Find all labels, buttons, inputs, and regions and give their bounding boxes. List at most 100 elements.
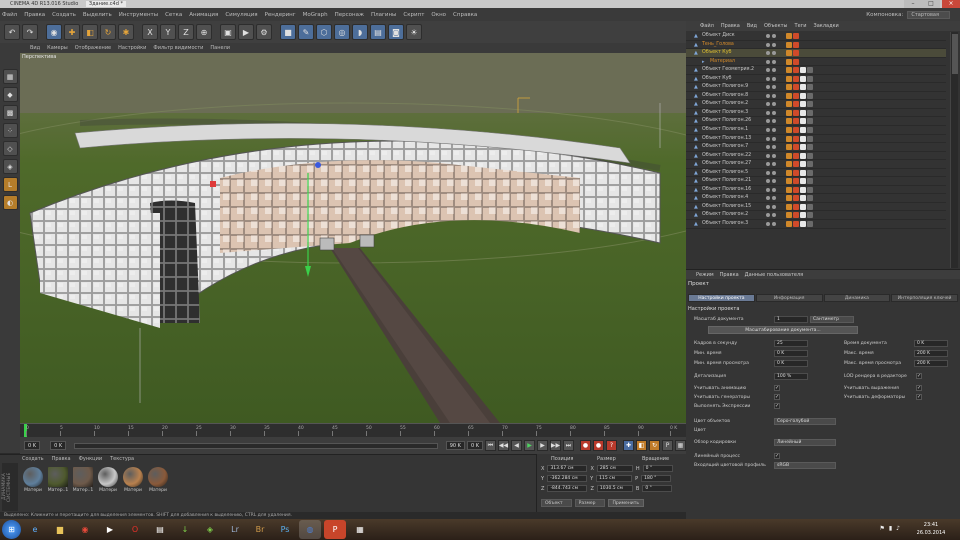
flag-icon[interactable]: ⚑ bbox=[879, 525, 884, 532]
visibility-flags[interactable] bbox=[766, 76, 776, 81]
texture-tag-icon[interactable] bbox=[786, 41, 792, 48]
subdivision-icon[interactable]: ⬡ bbox=[316, 24, 332, 40]
current-frame-field[interactable]: 0 K bbox=[50, 441, 67, 450]
texture-tag-icon[interactable] bbox=[800, 144, 806, 151]
texture-tag-icon[interactable] bbox=[793, 203, 799, 210]
attr-menu-item-1[interactable]: Правка bbox=[720, 272, 739, 278]
texture-tag-icon[interactable] bbox=[793, 212, 799, 219]
editor-visibility-dot[interactable] bbox=[766, 204, 770, 209]
option-checkbox[interactable]: ✓ bbox=[916, 394, 922, 400]
editor-visibility-dot[interactable] bbox=[766, 85, 770, 90]
make-editable-icon[interactable]: ▦ bbox=[2, 69, 18, 84]
position-field[interactable]: 313.67 см bbox=[547, 465, 588, 472]
visibility-flags[interactable] bbox=[766, 204, 776, 209]
object-row[interactable]: ▲ Объект Полигон.13 bbox=[686, 135, 946, 144]
attr-menu-item-0[interactable]: Режим bbox=[696, 272, 714, 278]
texture-tag-icon[interactable] bbox=[793, 84, 799, 91]
cinema4d-icon[interactable]: ◍ bbox=[299, 520, 321, 539]
texture-tag-icon[interactable] bbox=[807, 178, 813, 185]
texture-tag-icon[interactable] bbox=[807, 152, 813, 159]
texture-tag-icon[interactable] bbox=[807, 75, 813, 82]
menu-item-8[interactable]: Рендеринг bbox=[265, 12, 296, 18]
texture-tag-icon[interactable] bbox=[786, 178, 792, 185]
material-item[interactable]: Матери bbox=[147, 467, 169, 493]
attr-menu-item-2[interactable]: Данные пользователя bbox=[745, 272, 804, 278]
texture-tag-icon[interactable] bbox=[800, 212, 806, 219]
object-row[interactable]: ▲ Объект Полигон.21 bbox=[686, 177, 946, 186]
texture-tag-icon[interactable] bbox=[807, 186, 813, 193]
view-correction-select[interactable]: Линейный bbox=[774, 439, 836, 446]
texture-tag-icon[interactable] bbox=[800, 127, 806, 134]
viewport-menu-item-5[interactable]: Панели bbox=[210, 45, 230, 51]
option-checkbox[interactable]: ✓ bbox=[774, 385, 780, 391]
editor-visibility-dot[interactable] bbox=[766, 145, 770, 150]
texture-tag-icon[interactable] bbox=[793, 127, 799, 134]
prev-key-icon[interactable]: ◀◀ bbox=[498, 440, 509, 451]
media-icon[interactable]: ▶ bbox=[99, 520, 121, 539]
prev-frame-icon[interactable]: ◀ bbox=[511, 440, 522, 451]
texture-tag-icon[interactable] bbox=[793, 186, 799, 193]
render-visibility-dot[interactable] bbox=[772, 145, 776, 150]
render-visibility-dot[interactable] bbox=[772, 222, 776, 227]
render-visibility-dot[interactable] bbox=[772, 51, 776, 56]
texture-tag-icon[interactable] bbox=[786, 195, 792, 202]
menu-item-12[interactable]: Скрипт bbox=[403, 12, 424, 18]
texture-tag-icon[interactable] bbox=[807, 221, 813, 228]
editor-visibility-dot[interactable] bbox=[766, 102, 770, 107]
key-scale-icon[interactable]: ◧ bbox=[636, 440, 647, 451]
object-list-scrollbar[interactable] bbox=[950, 32, 958, 268]
menu-item-7[interactable]: Симуляция bbox=[225, 12, 257, 18]
close-button[interactable]: × bbox=[942, 0, 960, 8]
material-menu-item-3[interactable]: Текстура bbox=[110, 456, 134, 462]
key-rotation-icon[interactable]: ↻ bbox=[649, 440, 660, 451]
maximize-button[interactable]: □ bbox=[922, 0, 940, 8]
material-menu-item-1[interactable]: Правка bbox=[52, 456, 71, 462]
undo-icon[interactable]: ↶ bbox=[4, 24, 20, 40]
texture-tag-icon[interactable] bbox=[807, 127, 813, 134]
texture-tag-icon[interactable] bbox=[793, 178, 799, 185]
viewport-menu-item-3[interactable]: Настройки bbox=[118, 45, 146, 51]
texture-tag-icon[interactable] bbox=[793, 92, 799, 99]
object-row[interactable]: ▲ Объект Диск bbox=[686, 32, 946, 41]
goto-end-icon[interactable]: ⏭ bbox=[563, 440, 574, 451]
render-visibility-dot[interactable] bbox=[772, 170, 776, 175]
next-key-icon[interactable]: ▶▶ bbox=[550, 440, 561, 451]
texture-tag-icon[interactable] bbox=[800, 84, 806, 91]
texture-tag-icon[interactable] bbox=[786, 186, 792, 193]
coordinate-system-icon[interactable]: ⊕ bbox=[196, 24, 212, 40]
attr-tab-2[interactable]: Динамика bbox=[823, 294, 891, 302]
texture-tag-icon[interactable] bbox=[800, 169, 806, 176]
menu-item-11[interactable]: Плагины bbox=[371, 12, 396, 18]
lod-checkbox[interactable]: ✓ bbox=[916, 373, 922, 379]
texture-tag-icon[interactable] bbox=[800, 186, 806, 193]
render-settings-icon[interactable]: ⚙ bbox=[256, 24, 272, 40]
texture-tag-icon[interactable] bbox=[793, 67, 799, 74]
light-icon[interactable]: ☀ bbox=[406, 24, 422, 40]
texture-tag-icon[interactable] bbox=[800, 67, 806, 74]
om-menu-item-4[interactable]: Теги bbox=[795, 23, 807, 29]
menu-item-5[interactable]: Сетка bbox=[165, 12, 182, 18]
object-row[interactable]: ▲ Объект Полигон.16 bbox=[686, 186, 946, 195]
material-item[interactable]: Матери bbox=[97, 467, 119, 493]
play-icon[interactable]: ▶ bbox=[524, 440, 535, 451]
editor-visibility-dot[interactable] bbox=[766, 196, 770, 201]
move-icon[interactable]: ✚ bbox=[64, 24, 80, 40]
visibility-flags[interactable] bbox=[766, 153, 776, 158]
size-field[interactable]: 285 см bbox=[596, 465, 633, 472]
object-row[interactable]: ▲ Объект Полигон.5 bbox=[686, 169, 946, 178]
object-row[interactable]: ▲ Объект Полигон.1 bbox=[686, 126, 946, 135]
y-axis-icon[interactable]: Y bbox=[160, 24, 176, 40]
editor-visibility-dot[interactable] bbox=[766, 59, 770, 64]
color-profile-select[interactable]: sRGB bbox=[774, 462, 836, 469]
object-row[interactable]: ▲ Объект Куб bbox=[686, 49, 946, 58]
option-checkbox[interactable]: ✓ bbox=[774, 394, 780, 400]
start-frame-field[interactable]: 0 K bbox=[24, 441, 41, 450]
scale-field[interactable]: 1 bbox=[774, 316, 808, 323]
object-row[interactable]: ▲ Объект Полигон.27 bbox=[686, 160, 946, 169]
autokey-icon[interactable]: ● bbox=[593, 440, 604, 451]
visibility-flags[interactable] bbox=[766, 59, 776, 64]
project-field-input[interactable]: 200 K bbox=[914, 360, 948, 367]
attr-tab-3[interactable]: Интерполяция ключей bbox=[891, 294, 958, 302]
object-row[interactable]: ▲ Объект Геометрия.2 bbox=[686, 66, 946, 75]
bridge-icon[interactable]: Br bbox=[249, 520, 271, 539]
